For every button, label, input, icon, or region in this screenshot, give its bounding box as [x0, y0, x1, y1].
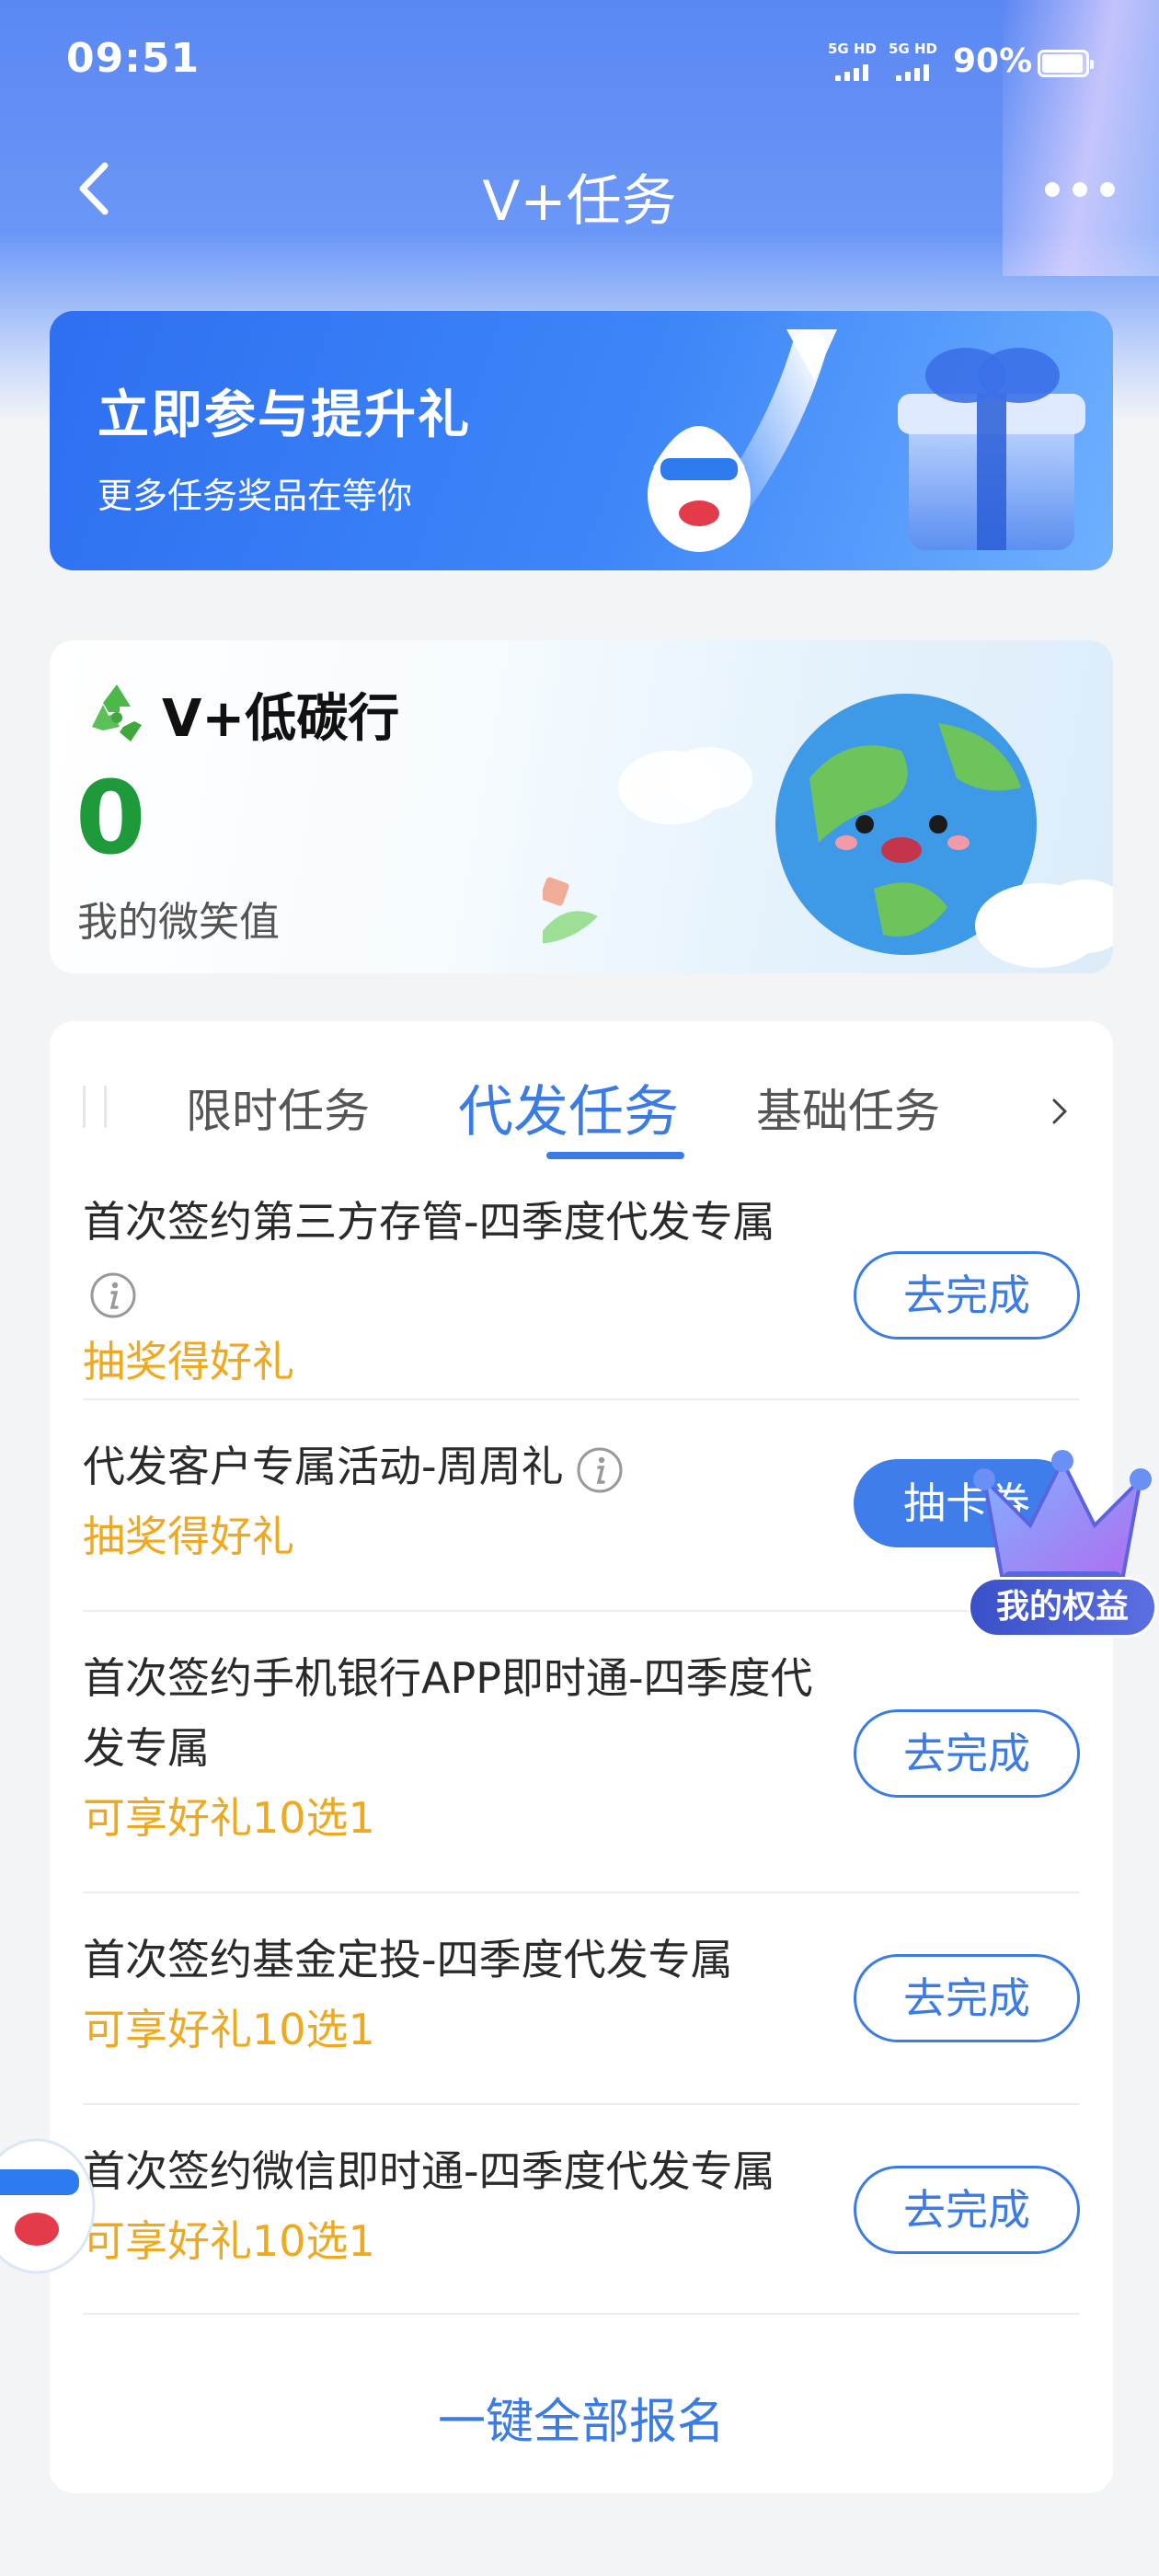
task-tabs: 限时任务 代发任务 基础任务: [50, 1021, 1113, 1168]
info-icon[interactable]: [575, 1445, 625, 1495]
my-rights-badge[interactable]: 我的权益: [968, 1577, 1157, 1638]
more-button[interactable]: [1045, 171, 1128, 208]
nav-bar: V+任务: [0, 129, 1159, 248]
signal-icon: 5G HD: [828, 40, 885, 81]
task-item: 首次签约手机银行APP即时通-四季度代发专属 可享好礼10选1 去完成: [83, 1612, 1080, 1893]
task-title: 首次签约第三方存管-四季度代发专属: [83, 1187, 846, 1327]
task-item: 首次签约基金定投-四季度代发专属 可享好礼10选1 去完成: [83, 1893, 1080, 2105]
mascot-float-icon[interactable]: [0, 2114, 101, 2289]
task-item: 首次签约第三方存管-四季度代发专属 抽奖得好礼 去完成: [83, 1187, 1080, 1400]
go-complete-button[interactable]: 去完成: [854, 1709, 1080, 1798]
task-item: 代发客户专属活动-周周礼 抽奖得好礼 抽卡券: [83, 1400, 1080, 1612]
recycle-icon: [92, 684, 142, 742]
promo-banner[interactable]: 立即参与提升礼 更多任务奖品在等你: [50, 311, 1113, 570]
info-icon[interactable]: [88, 1271, 138, 1320]
task-title: 首次签约手机银行APP即时通-四季度代发专属: [83, 1653, 813, 1773]
status-time: 09:51: [66, 35, 201, 82]
tab-overflow-left: [83, 1086, 107, 1128]
gift-illustration: [648, 329, 1085, 552]
go-complete-button[interactable]: 去完成: [854, 1251, 1080, 1340]
task-title: 首次签约微信即时通-四季度代发专属: [83, 2146, 775, 2196]
go-complete-button[interactable]: 去完成: [854, 1954, 1080, 2042]
sign-up-all-button[interactable]: 一键全部报名: [50, 2383, 1113, 2452]
task-card: 限时任务 代发任务 基础任务 首次签约第三方存管-四季度代发专属 抽奖得好礼 去…: [50, 1021, 1113, 2493]
more-dots-icon: [1045, 182, 1060, 197]
banner-subtitle: 更多任务奖品在等你: [98, 476, 413, 516]
smile-value-label: 我的微笑值: [77, 899, 280, 946]
task-item: 首次签约微信即时通-四季度代发专属 可享好礼10选1 去完成: [83, 2105, 1080, 2315]
tab-limited-time[interactable]: 限时任务: [186, 1075, 370, 1141]
banner-title: 立即参与提升礼: [98, 385, 471, 445]
signal-label: 5G HD: [828, 40, 877, 57]
chevron-right-icon[interactable]: [1043, 1095, 1076, 1128]
tab-basic[interactable]: 基础任务: [756, 1075, 940, 1141]
go-complete-button[interactable]: 去完成: [854, 2166, 1080, 2254]
task-title: 代发客户专属活动-周周礼: [83, 1432, 846, 1501]
smile-value: 0: [75, 759, 146, 877]
battery-percent: 90%: [953, 42, 1033, 80]
carbon-title: V+低碳行: [162, 689, 400, 749]
earth-illustration: [543, 694, 1113, 968]
active-tab-indicator: [546, 1152, 684, 1159]
battery-icon: [1038, 50, 1094, 77]
low-carbon-card[interactable]: V+低碳行 0 我的微笑值: [50, 640, 1113, 973]
page-title: V+任务: [482, 169, 677, 234]
tab-payroll[interactable]: 代发任务: [458, 1067, 679, 1147]
task-list: 首次签约第三方存管-四季度代发专属 抽奖得好礼 去完成 代发客户专属活动-周周礼…: [83, 1187, 1080, 2315]
signal-label: 5G HD: [889, 40, 937, 57]
task-title: 首次签约基金定投-四季度代发专属: [83, 1935, 733, 1984]
status-bar: 09:51 5G HD 5G HD 90%: [0, 0, 1159, 120]
signal-icon: 5G HD: [889, 40, 946, 81]
